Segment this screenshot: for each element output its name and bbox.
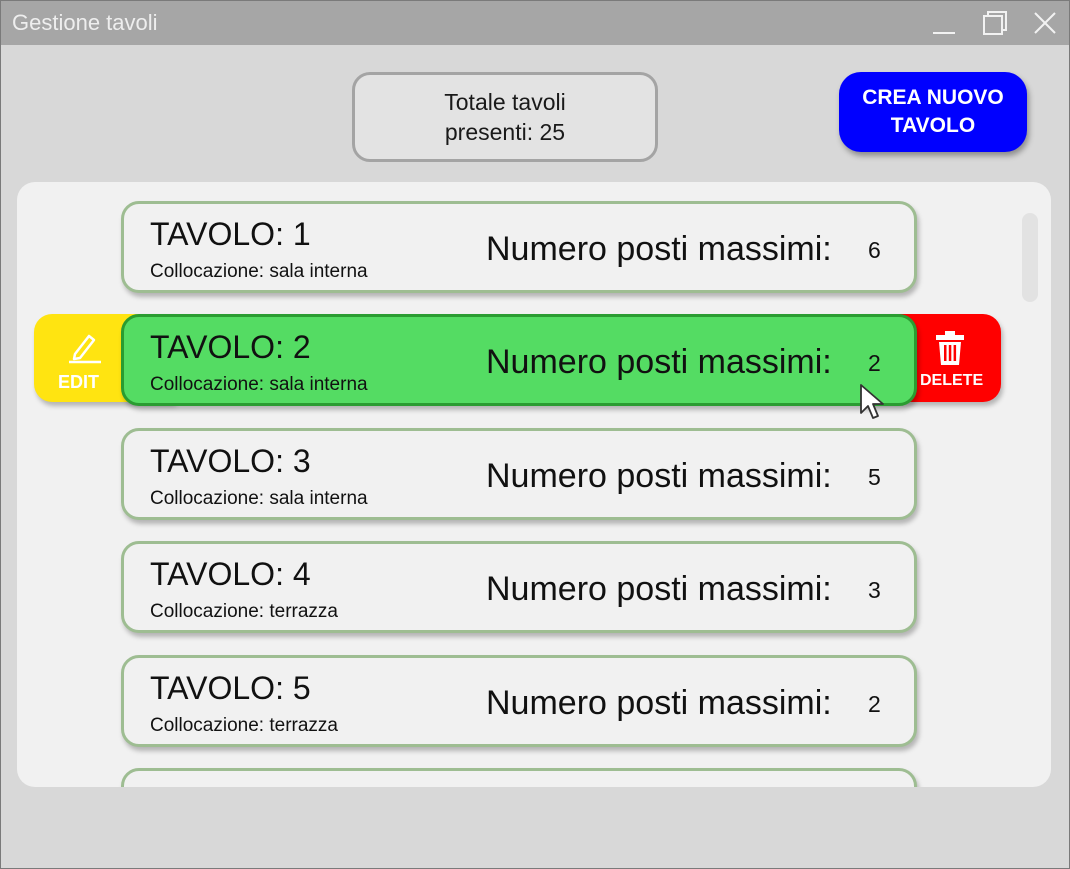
max-seats-label: Numero posti massimi: (486, 684, 832, 722)
table-title: TAVOLO: 3 (150, 443, 311, 479)
table-location: Collocazione: terrazza (150, 715, 338, 736)
max-seats-value: 5 (868, 464, 881, 490)
table-location: Collocazione: sala interna (150, 374, 368, 395)
table-card[interactable]: TAVOLO: 1 Collocazione: sala interna Num… (121, 201, 917, 293)
table-card[interactable]: TAVOLO: 3 Collocazione: sala interna Num… (121, 428, 917, 520)
total-tables-counter: Totale tavoli presenti: 25 (352, 72, 658, 162)
table-title: TAVOLO: 2 (150, 329, 311, 365)
table-card[interactable]: TAVOLO: 5 Collocazione: terrazza Numero … (121, 655, 917, 747)
close-icon (1034, 12, 1056, 34)
list-scrollbar[interactable] (1022, 213, 1038, 302)
pencil-icon (69, 334, 101, 364)
table-location: Collocazione: sala interna (150, 488, 368, 509)
total-tables-label: Totale tavoli (444, 89, 566, 115)
table-card-selected[interactable]: TAVOLO: 2 Collocazione: sala interna Num… (121, 314, 917, 406)
delete-label: DELETE (920, 372, 984, 389)
table-location: Collocazione: terrazza (150, 601, 338, 622)
maximize-button[interactable] (981, 9, 1009, 37)
max-seats-value: 3 (868, 577, 881, 603)
minimize-icon (933, 32, 955, 34)
table-card-partial[interactable] (121, 768, 917, 787)
total-tables-value: presenti: 25 (444, 119, 566, 145)
trash-icon (936, 331, 964, 365)
close-button[interactable] (1031, 9, 1059, 37)
max-seats-value: 2 (868, 350, 881, 376)
max-seats-value: 6 (868, 237, 881, 263)
max-seats-label: Numero posti massimi: (486, 230, 832, 268)
title-bar[interactable]: Gestione tavoli (1, 1, 1069, 45)
max-seats-label: Numero posti massimi: (486, 343, 832, 381)
table-title: TAVOLO: 5 (150, 670, 311, 706)
edit-label: EDIT (58, 372, 100, 392)
maximize-icon (983, 11, 1007, 35)
max-seats-label: Numero posti massimi: (486, 570, 832, 608)
window-title: Gestione tavoli (12, 10, 158, 35)
table-title: TAVOLO: 4 (150, 556, 311, 592)
create-table-label-line1: CREA NUOVO (862, 86, 1004, 109)
app-window: Gestione tavoli Totale tavoli presenti: … (0, 0, 1070, 869)
table-card[interactable]: TAVOLO: 4 Collocazione: terrazza Numero … (121, 541, 917, 633)
minimize-button[interactable] (929, 9, 957, 37)
max-seats-value: 2 (868, 691, 881, 717)
create-table-label-line2: TAVOLO (890, 114, 976, 137)
table-title: TAVOLO: 1 (150, 216, 311, 252)
table-location: Collocazione: sala interna (150, 261, 368, 282)
max-seats-label: Numero posti massimi: (486, 457, 832, 495)
create-table-button[interactable]: CREA NUOVO TAVOLO (839, 72, 1027, 152)
